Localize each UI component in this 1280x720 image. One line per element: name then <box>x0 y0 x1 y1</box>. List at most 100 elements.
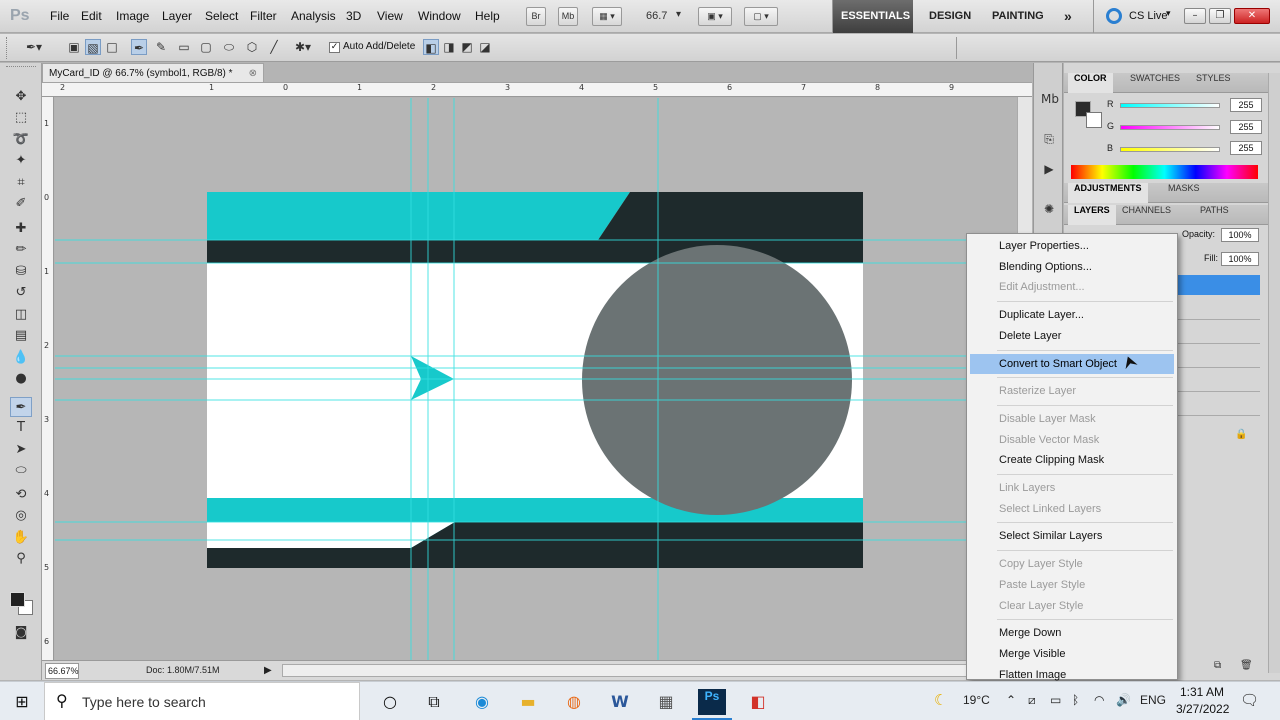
line-icon[interactable]: ╱ <box>266 39 282 55</box>
path-subtract-icon[interactable]: ◨ <box>441 39 457 55</box>
tab-adjustments[interactable]: ADJUSTMENTS <box>1068 183 1148 203</box>
context-menu-item[interactable]: Duplicate Layer... <box>970 305 1174 325</box>
auto-add-delete-checkbox[interactable]: ✓ <box>329 42 340 53</box>
battery-icon[interactable]: ▭ <box>1050 693 1061 707</box>
notifications-icon[interactable]: 🗨 <box>1240 691 1259 709</box>
task-view-icon[interactable]: ⧉ <box>420 689 448 715</box>
path-add-icon[interactable]: ◧ <box>423 39 439 55</box>
quick-select-tool-icon[interactable]: ✦ <box>10 151 32 171</box>
context-menu-item[interactable]: Delete Layer <box>970 326 1174 346</box>
rounded-rectangle-icon[interactable]: ▢ <box>198 39 214 55</box>
horizontal-scrollbar[interactable] <box>282 664 1017 677</box>
color-background-swatch[interactable] <box>1086 112 1102 128</box>
status-menu-arrow-icon[interactable]: ▶ <box>264 661 272 680</box>
clock-time[interactable]: 1:31 AM <box>1180 685 1224 699</box>
menu-edit[interactable]: Edit <box>81 9 102 23</box>
blur-tool-icon[interactable]: 💧 <box>10 348 32 368</box>
ellipse-icon[interactable]: ⬭ <box>221 39 237 55</box>
move-tool-icon[interactable]: ✥ <box>10 87 32 107</box>
eyedropper-tool-icon[interactable]: ✐ <box>10 194 32 214</box>
minimize-button[interactable]: – <box>1184 8 1206 24</box>
screen-mode-button[interactable]: ▢ ▾ <box>744 7 778 26</box>
context-menu-item[interactable]: Select Similar Layers <box>970 526 1174 546</box>
path-intersect-icon[interactable]: ◩ <box>459 39 475 55</box>
more-workspaces-button[interactable]: » <box>1056 0 1080 33</box>
selected-layer-row[interactable] <box>1178 275 1260 295</box>
menu-window[interactable]: Window <box>418 9 461 23</box>
polygon-icon[interactable]: ⬡ <box>244 39 260 55</box>
zoom-level[interactable]: 66.7 <box>646 10 667 22</box>
paths-icon[interactable]: ▧ <box>85 39 101 55</box>
tab-paths[interactable]: PATHS <box>1194 205 1235 225</box>
launch-bridge-button[interactable]: Br <box>526 7 546 26</box>
cs-live-dropdown-icon[interactable]: ▾ <box>1166 9 1171 19</box>
eraser-tool-icon[interactable]: ◫ <box>10 305 32 325</box>
lasso-tool-icon[interactable]: ➰ <box>10 130 32 150</box>
path-selection-tool-icon[interactable]: ➤ <box>10 440 32 460</box>
brush-tool-icon[interactable]: ✏ <box>10 240 32 260</box>
canvas-area[interactable] <box>55 98 1017 660</box>
fill-value[interactable]: 100% <box>1221 252 1259 266</box>
input-language[interactable]: ENG <box>1140 693 1166 707</box>
context-menu-item[interactable]: Merge Visible <box>970 644 1174 664</box>
pen-tool-icon[interactable]: ✒ <box>10 397 32 417</box>
channel-r-value[interactable]: 255 <box>1230 98 1262 112</box>
fill-pixels-icon[interactable]: □ <box>104 39 120 55</box>
hand-tool-icon[interactable]: ✋ <box>10 528 32 548</box>
menu-layer[interactable]: Layer <box>162 9 192 23</box>
custom-shape-icon[interactable]: ✱▾ <box>288 39 318 55</box>
close-button[interactable]: ✕ <box>1234 8 1270 24</box>
context-menu-item[interactable]: Merge Down <box>970 623 1174 643</box>
context-menu-item[interactable]: Convert to Smart Object <box>970 353 1174 374</box>
tab-styles[interactable]: STYLES <box>1190 73 1237 93</box>
crop-tool-icon[interactable]: ⌗ <box>10 173 32 193</box>
workspace-design[interactable]: DESIGN <box>921 0 979 33</box>
rectangle-icon[interactable]: ▭ <box>176 39 192 55</box>
store-icon[interactable]: ▦ <box>652 689 680 715</box>
menu-image[interactable]: Image <box>116 9 149 23</box>
document-tab[interactable]: MyCard_ID @ 66.7% (symbol1, RGB/8) * ⊗ <box>42 63 264 83</box>
document-close-icon[interactable]: ⊗ <box>249 64 257 83</box>
shape-layers-icon[interactable]: ▣ <box>66 39 82 55</box>
menu-file[interactable]: File <box>50 9 69 23</box>
channel-b-slider[interactable] <box>1120 147 1220 152</box>
restore-button[interactable]: ❐ <box>1209 8 1231 24</box>
tab-channels[interactable]: CHANNELS <box>1116 205 1177 225</box>
dodge-tool-icon[interactable]: ● <box>10 369 32 389</box>
3d-rotate-tool-icon[interactable]: ⟲ <box>10 485 32 505</box>
launch-minibridge-button[interactable]: Mb <box>558 7 578 26</box>
view-extras-button[interactable]: ▦ ▾ <box>592 7 622 26</box>
channel-g-slider[interactable] <box>1120 125 1220 130</box>
firefox-icon[interactable]: ◍ <box>560 689 588 715</box>
opacity-value[interactable]: 100% <box>1221 228 1259 242</box>
file-explorer-icon[interactable]: ▬ <box>514 689 542 715</box>
3d-orbit-tool-icon[interactable]: ◎ <box>10 506 32 526</box>
path-exclude-icon[interactable]: ◪ <box>477 39 493 55</box>
menu-select[interactable]: Select <box>205 9 238 23</box>
tab-swatches[interactable]: SWATCHES <box>1124 73 1186 93</box>
arrange-documents-button[interactable]: ▣ ▾ <box>698 7 732 26</box>
cortana-icon[interactable]: ○ <box>376 689 404 715</box>
clone-stamp-tool-icon[interactable]: ⛁ <box>10 262 32 282</box>
healing-brush-tool-icon[interactable]: ✚ <box>10 219 32 239</box>
word-icon[interactable]: W <box>606 689 634 715</box>
screen-recorder-icon[interactable]: ◧ <box>744 689 772 715</box>
context-menu-item[interactable]: Blending Options... <box>970 257 1174 277</box>
delete-layer-icon[interactable]: 🗑 <box>1240 660 1253 671</box>
tab-layers[interactable]: LAYERS <box>1068 205 1116 225</box>
tab-masks[interactable]: MASKS <box>1162 183 1206 203</box>
menu-view[interactable]: View <box>377 9 403 23</box>
context-menu-item[interactable]: Layer Properties... <box>970 236 1174 256</box>
new-layer-icon[interactable]: ⧉ <box>1214 660 1221 671</box>
panel-scrollbar[interactable] <box>1268 73 1280 673</box>
volume-icon[interactable]: 🔊 <box>1116 693 1131 707</box>
menu-3d[interactable]: 3D <box>346 9 361 23</box>
menu-filter[interactable]: Filter <box>250 9 277 23</box>
freeform-pen-icon[interactable]: ✎ <box>153 39 169 55</box>
windows-start-icon[interactable]: ⊞ <box>8 689 36 715</box>
zoom-dropdown-icon[interactable]: ▾ <box>676 9 681 20</box>
status-zoom[interactable]: 66.67% <box>45 663 79 679</box>
workspace-painting[interactable]: PAINTING <box>984 0 1052 33</box>
gradient-tool-icon[interactable]: ▤ <box>10 326 32 346</box>
cs-live-button[interactable]: CS Live <box>1129 10 1168 22</box>
